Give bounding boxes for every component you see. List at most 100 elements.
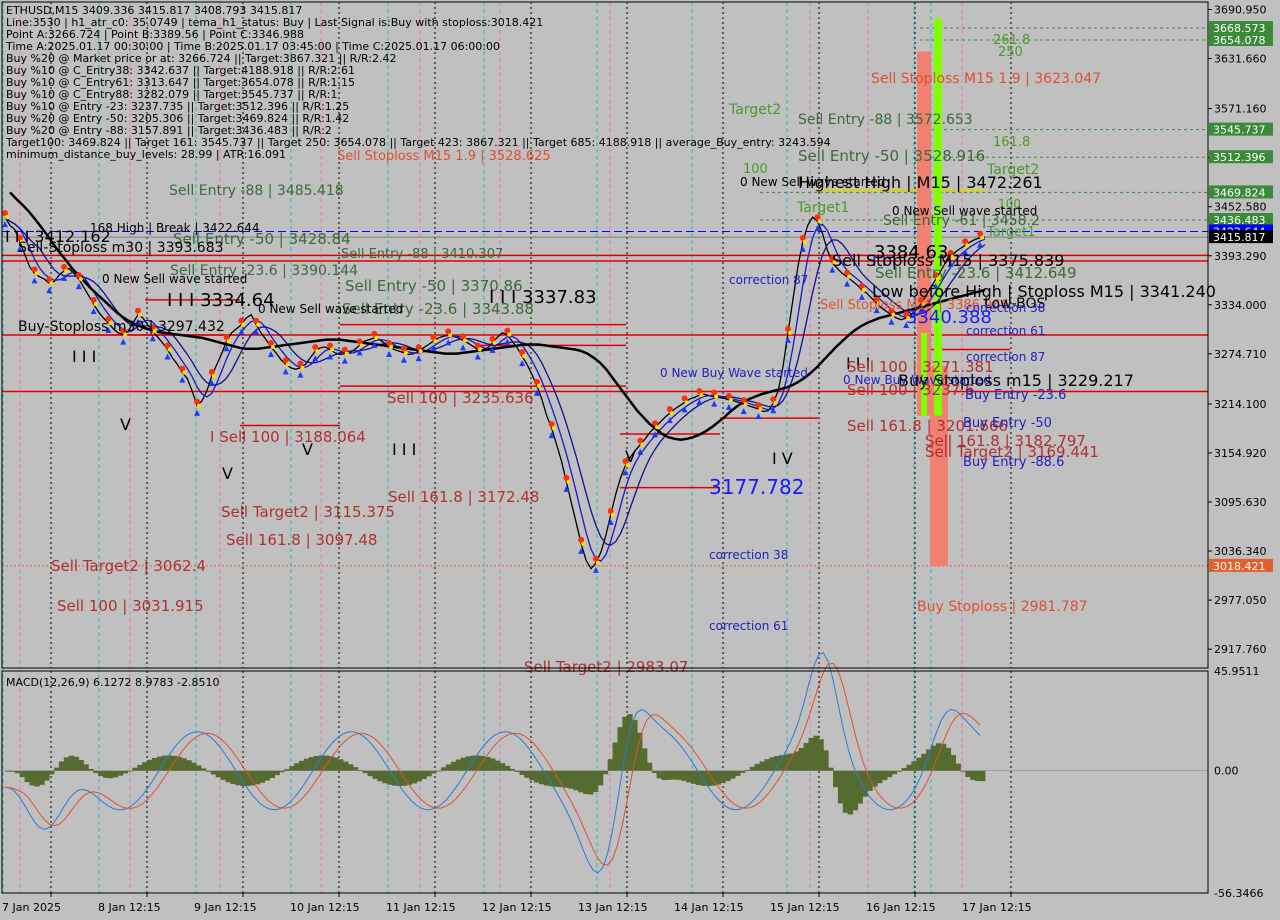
macd-histogram-bar bbox=[426, 770, 432, 777]
signal-marker bbox=[374, 335, 379, 340]
macd-histogram-bar bbox=[975, 770, 981, 781]
signal-marker bbox=[743, 402, 748, 407]
macd-histogram-bar bbox=[583, 770, 589, 795]
chart-annotation: Sell 100 | 3235.636 bbox=[387, 389, 534, 407]
chart-annotation: I I I 3337.83 bbox=[489, 287, 597, 308]
macd-histogram-bar bbox=[578, 770, 584, 793]
signal-marker bbox=[891, 312, 896, 317]
macd-histogram-bar bbox=[269, 770, 275, 778]
date-tick-label: 9 Jan 12:15 bbox=[194, 901, 257, 914]
macd-histogram-bar bbox=[671, 770, 677, 780]
macd-histogram-bar bbox=[132, 767, 138, 771]
chart-annotation: Sell Entry -88 | 3572.653 bbox=[798, 112, 973, 128]
macd-histogram-bar bbox=[818, 739, 824, 771]
price-badge-label: 3654.078 bbox=[1213, 34, 1266, 47]
macd-histogram-bar bbox=[710, 770, 716, 786]
macd-histogram-bar bbox=[617, 727, 623, 771]
macd-histogram-bar bbox=[759, 761, 765, 771]
chart-annotation: 0 New Sell wave started bbox=[102, 272, 247, 286]
macd-histogram-bar bbox=[597, 770, 604, 786]
macd-histogram-bar bbox=[215, 770, 222, 778]
signal-marker bbox=[847, 274, 852, 279]
signal-marker bbox=[965, 243, 970, 248]
macd-histogram-bar bbox=[676, 770, 682, 780]
macd-histogram-bar bbox=[519, 770, 525, 775]
macd-histogram-bar bbox=[63, 757, 70, 771]
price-badge-label: 3469.824 bbox=[1213, 186, 1266, 199]
macd-histogram-bar bbox=[877, 770, 883, 784]
price-badge-label: 3545.737 bbox=[1213, 124, 1266, 137]
date-tick-label: 15 Jan 12:15 bbox=[770, 901, 840, 914]
signal-marker bbox=[773, 401, 778, 406]
chart-annotation: Target2 bbox=[728, 102, 781, 118]
macd-histogram-bar bbox=[842, 770, 849, 813]
signal-marker bbox=[344, 351, 349, 356]
chart-annotation: 0 New Sell wave started bbox=[258, 302, 403, 316]
macd-histogram-bar bbox=[725, 770, 731, 782]
macd-histogram-bar bbox=[303, 758, 310, 771]
macd-histogram-bar bbox=[421, 770, 427, 780]
signal-marker bbox=[610, 512, 615, 517]
macd-histogram-bar bbox=[235, 770, 241, 786]
chart-annotation: Buy Entry -23.6 bbox=[965, 388, 1066, 403]
macd-histogram-bar bbox=[450, 761, 457, 771]
macd-histogram-bar bbox=[573, 770, 579, 791]
chart-annotation: I I I bbox=[392, 440, 416, 459]
macd-histogram-bar bbox=[833, 770, 839, 788]
macd-histogram-bar bbox=[529, 770, 535, 781]
macd-histogram-bar bbox=[441, 767, 447, 771]
macd-histogram-bar bbox=[803, 743, 810, 771]
chart-annotation: Sell Stoploss M15 1.9 | 3528.625 bbox=[337, 149, 551, 164]
date-tick-label: 11 Jan 12:15 bbox=[386, 901, 456, 914]
chart-annotation: Sell 100 | 3031.915 bbox=[57, 597, 204, 615]
price-tick-label: 3571.160 bbox=[1214, 103, 1267, 116]
signal-marker bbox=[566, 479, 571, 484]
signal-marker bbox=[581, 541, 586, 546]
signal-marker bbox=[403, 350, 408, 355]
macd-histogram-bar bbox=[940, 743, 947, 771]
macd-histogram-bar bbox=[891, 770, 898, 775]
price-tick-label: 3036.340 bbox=[1214, 545, 1267, 558]
signal-marker bbox=[595, 560, 600, 565]
chart-annotation: V bbox=[120, 415, 131, 434]
macd-histogram-bar bbox=[769, 757, 775, 771]
chart-annotation: Buy Entry -88.6 bbox=[963, 455, 1064, 470]
chart-annotation: Sell-Stoploss m30 | 3393.683 bbox=[18, 240, 224, 256]
signal-marker bbox=[241, 322, 246, 327]
macd-histogram-bar bbox=[886, 770, 893, 778]
macd-histogram-bar bbox=[901, 767, 908, 771]
macd-histogram-bar bbox=[730, 770, 736, 779]
macd-histogram-bar bbox=[254, 770, 261, 785]
macd-histogram-bar bbox=[666, 770, 672, 780]
macd-histogram-bar bbox=[274, 770, 280, 776]
macd-histogram-bar bbox=[793, 751, 800, 771]
price-tick-label: 3452.580 bbox=[1214, 201, 1267, 214]
signal-marker bbox=[49, 281, 54, 286]
macd-histogram-bar bbox=[681, 770, 687, 781]
date-tick-label: 13 Jan 12:15 bbox=[578, 901, 648, 914]
macd-histogram-bar bbox=[83, 764, 89, 771]
signal-marker bbox=[167, 347, 172, 352]
macd-histogram-bar bbox=[156, 756, 163, 771]
macd-histogram-bar bbox=[499, 763, 506, 771]
signal-marker bbox=[714, 394, 719, 399]
macd-histogram-bar bbox=[749, 766, 756, 771]
macd-histogram-bar bbox=[210, 770, 217, 775]
signal-marker bbox=[522, 354, 527, 359]
macd-histogram-bar bbox=[416, 770, 422, 782]
signal-marker bbox=[507, 332, 512, 337]
macd-histogram-bar bbox=[847, 770, 854, 815]
macd-histogram-bar bbox=[568, 770, 574, 789]
price-tick-label: 3334.000 bbox=[1214, 299, 1267, 312]
signal-marker bbox=[359, 343, 364, 348]
info-line: minimum_distance_buy_levels: 28.99 | ATR… bbox=[6, 148, 286, 161]
macd-histogram-bar bbox=[49, 770, 55, 775]
macd-histogram-bar bbox=[504, 765, 511, 771]
chart-annotation: I I I bbox=[72, 347, 96, 366]
signal-marker bbox=[462, 338, 467, 343]
chart-annotation: correction 38 bbox=[966, 301, 1045, 315]
chart-annotation: Highest High | M15 | 3472.261 bbox=[798, 173, 1043, 192]
macd-histogram-bar bbox=[935, 743, 942, 771]
price-tick-label: 3631.660 bbox=[1214, 53, 1267, 66]
chart-annotation: correction 61 bbox=[966, 324, 1045, 338]
